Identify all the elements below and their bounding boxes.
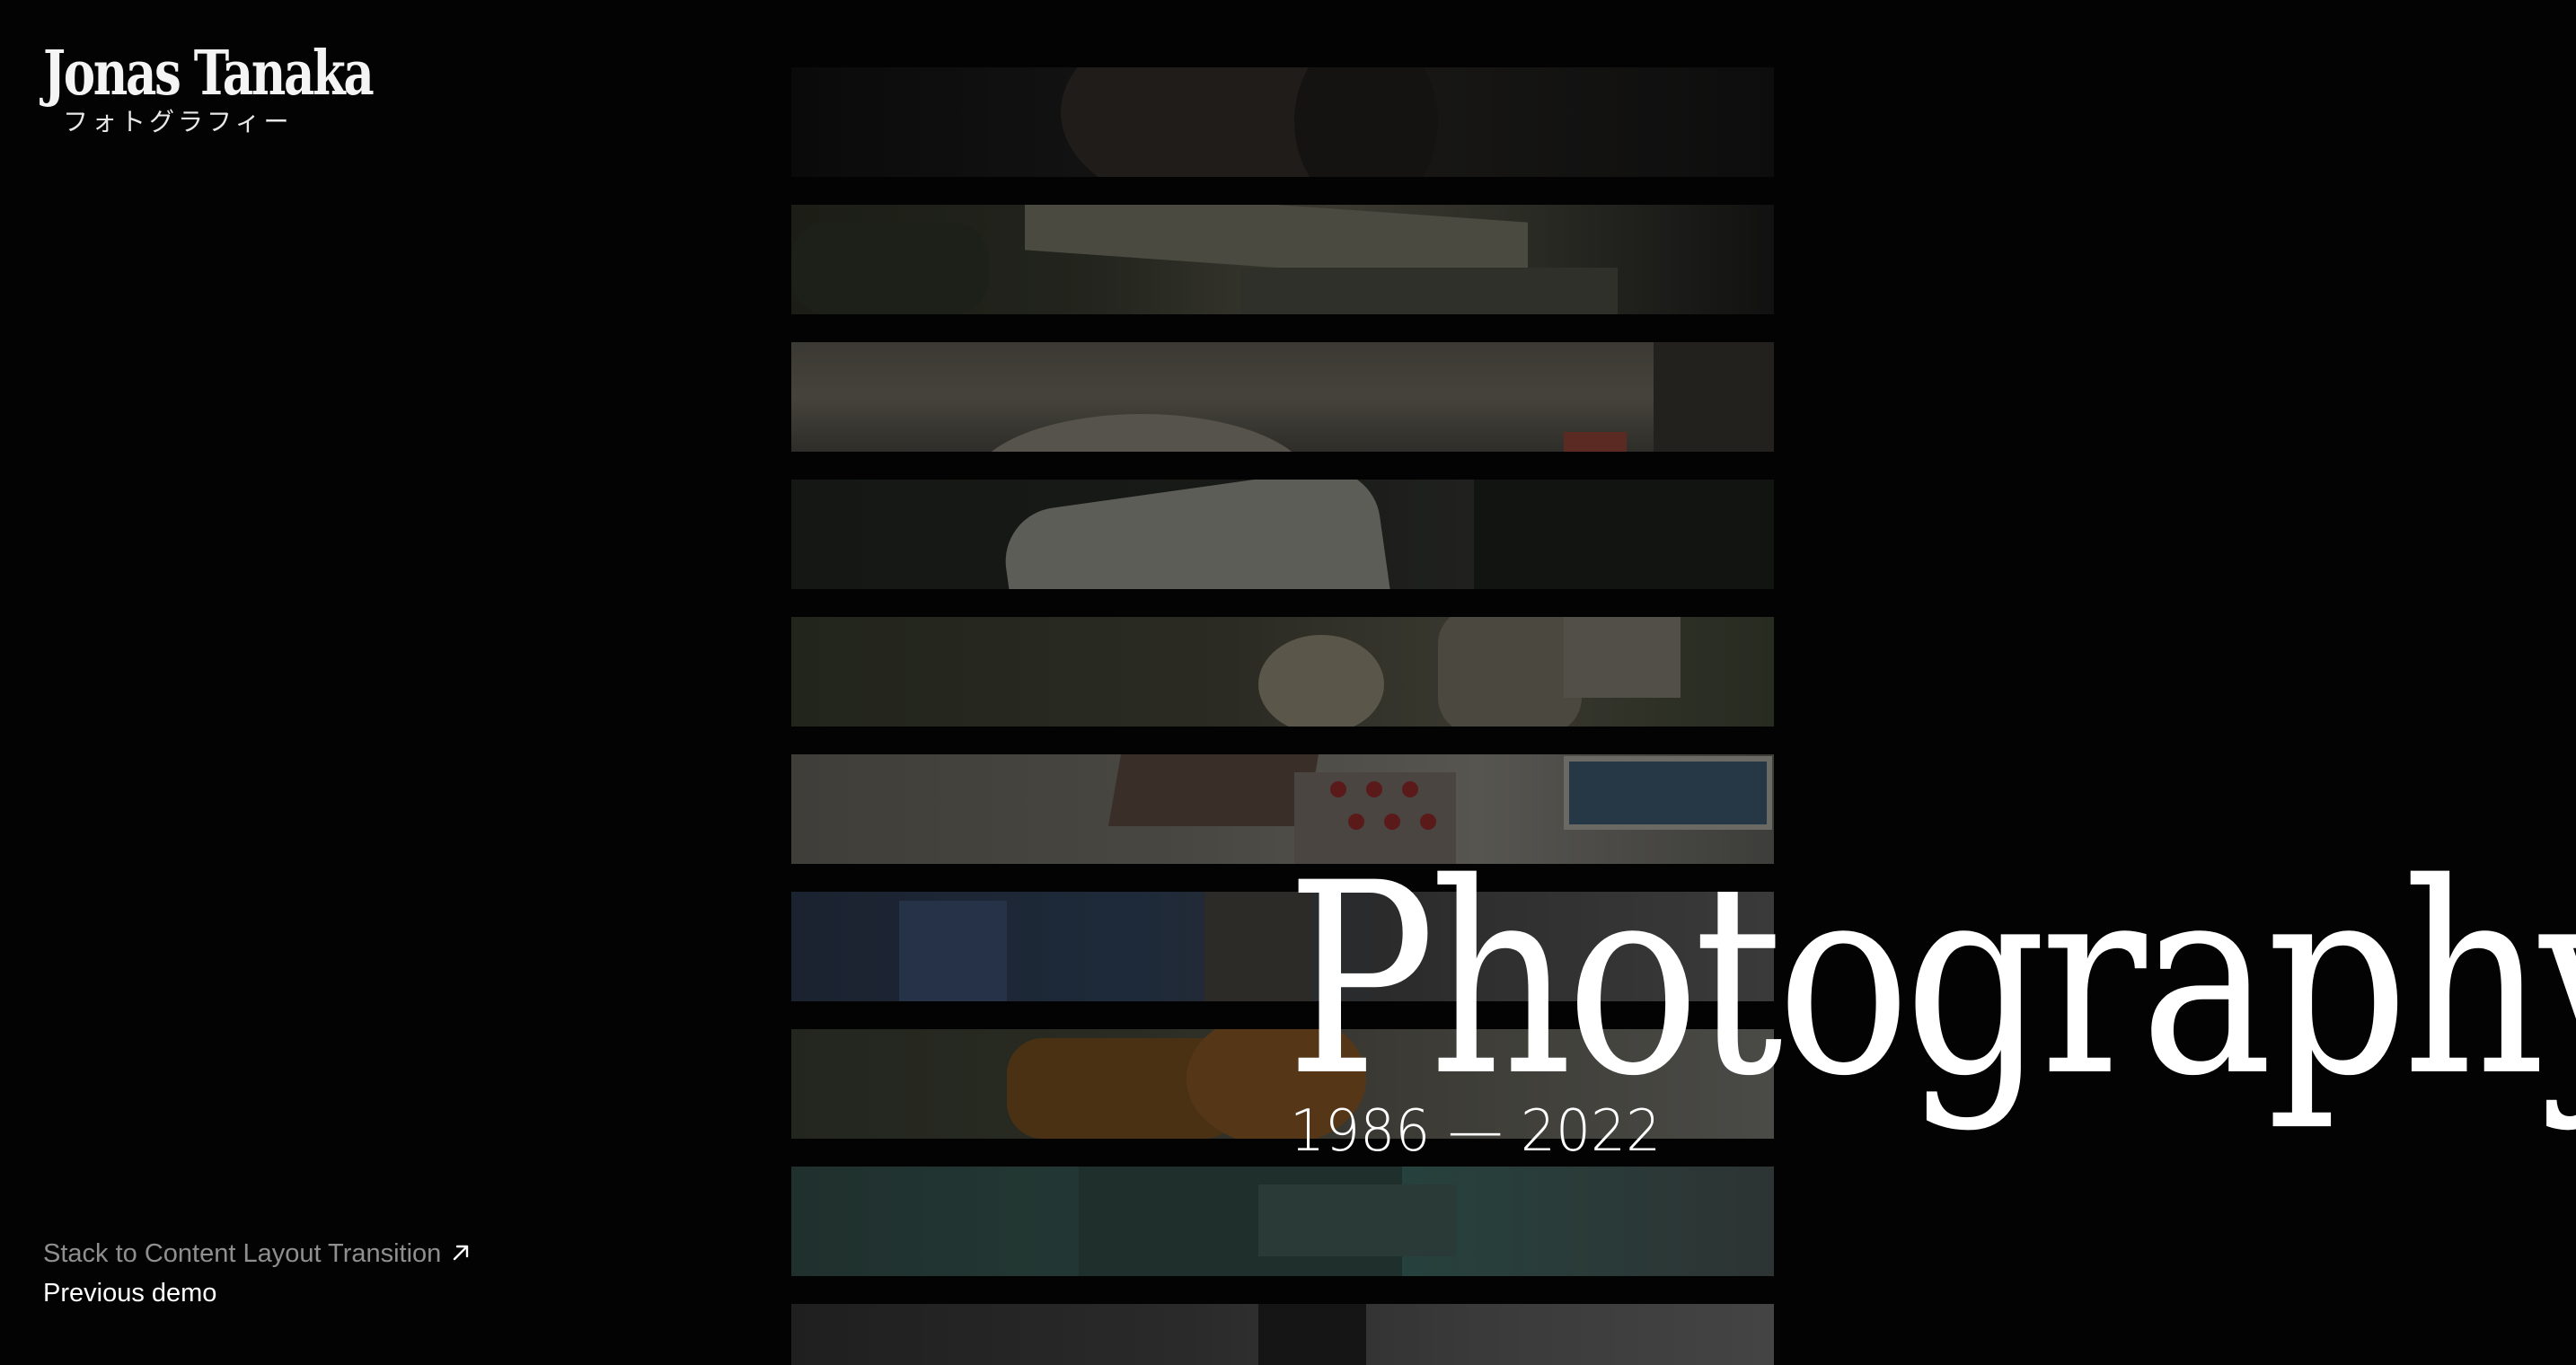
image-strip[interactable] — [791, 480, 1774, 589]
demo-link[interactable]: Stack to Content Layout Transition — [43, 1236, 472, 1272]
site-logo[interactable]: Jonas Tanaka フォトグラフィー — [43, 38, 402, 145]
strip-shape — [1240, 268, 1618, 314]
strip-shape — [1330, 781, 1346, 797]
image-strip[interactable] — [791, 617, 1774, 727]
logo-name: Jonas Tanaka — [43, 38, 375, 110]
strip-shape — [1564, 756, 1772, 830]
hero-title: Photography — [1286, 827, 2576, 1134]
strip-shape — [1564, 617, 1681, 698]
strip-shape — [1438, 617, 1582, 727]
image-strip[interactable] — [791, 342, 1774, 452]
strip-shape — [971, 414, 1312, 452]
strip-shape — [998, 480, 1393, 589]
strip-shape — [1402, 781, 1418, 797]
logo-subtitle: フォトグラフィー — [63, 107, 293, 136]
strip-shape — [791, 223, 989, 314]
strip-shape — [1258, 635, 1384, 727]
strip-shape — [1474, 480, 1774, 589]
image-strip[interactable] — [791, 67, 1774, 177]
hero-years: 1986 — 2022 — [1290, 1098, 1662, 1165]
image-strip[interactable] — [791, 1304, 1774, 1365]
arrow-up-right-icon — [454, 1245, 469, 1261]
strip-shape — [1654, 342, 1774, 452]
strip-shape — [899, 901, 1007, 1001]
strip-shape — [1366, 781, 1382, 797]
image-strip[interactable] — [791, 205, 1774, 314]
previous-demo-link[interactable]: Previous demo — [43, 1275, 216, 1311]
strip-shape — [1294, 67, 1438, 177]
strip-shape — [1258, 1184, 1456, 1256]
strip-shape — [1107, 754, 1319, 826]
strip-shape — [1564, 432, 1627, 452]
image-strip[interactable] — [791, 1167, 1774, 1276]
strip-shape — [1258, 1304, 1366, 1365]
demo-link-label: Stack to Content Layout Transition — [43, 1239, 442, 1268]
